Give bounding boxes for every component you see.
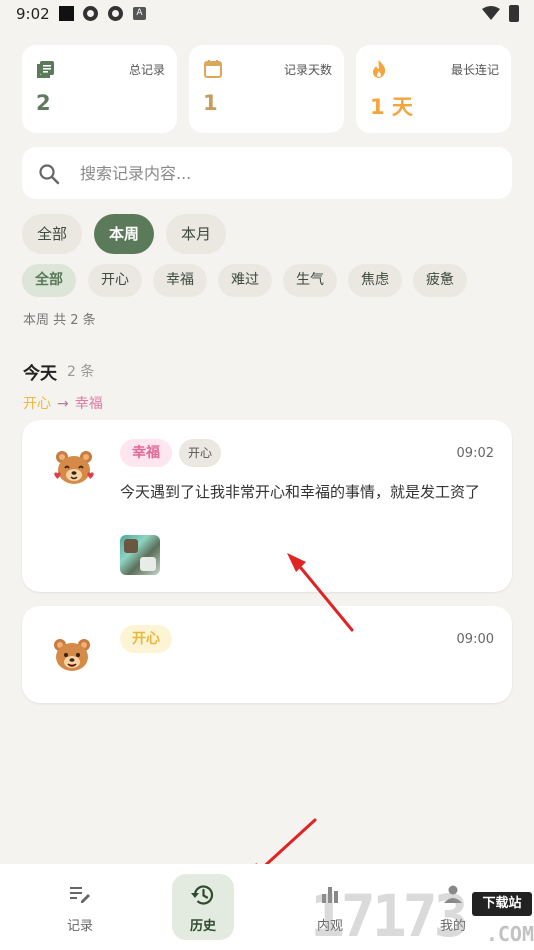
entry-time: 09:00 (456, 632, 494, 647)
calendar-icon (204, 60, 222, 78)
history-icon (191, 885, 214, 905)
stat-value: 2 (36, 91, 51, 115)
edit-list-icon (70, 887, 90, 903)
stat-card-streak: 最长连记 1 天 (356, 45, 511, 133)
entry-time: 09:02 (456, 446, 494, 461)
filter-period-all[interactable]: 全部 (22, 214, 83, 254)
nav-tab-record[interactable]: 记录 (30, 864, 130, 950)
journal-icon (37, 61, 54, 78)
search-input[interactable] (80, 160, 480, 186)
bear-love-icon (54, 451, 94, 484)
day-group-count: 2 条 (67, 364, 95, 380)
stat-card-total: 总记录 2 (22, 45, 177, 133)
watermark-badge: 下载站 (472, 892, 532, 916)
notification-circle-icon (108, 6, 123, 21)
nav-tab-history[interactable]: 历史 (157, 864, 257, 950)
entry-card[interactable]: 幸福 开心 09:02 今天遇到了让我非常开心和幸福的事情，就是发工资了 (22, 420, 512, 592)
search-icon (39, 164, 60, 185)
filter-mood-happy[interactable]: 开心 (88, 264, 142, 297)
photo-thumbnail[interactable] (120, 535, 160, 575)
search-box[interactable] (22, 147, 512, 199)
flame-icon (373, 60, 386, 78)
filter-mood-angry[interactable]: 生气 (283, 264, 337, 297)
stat-label: 记录天数 (283, 63, 332, 77)
entry-card[interactable]: 开心 09:00 (22, 606, 512, 703)
filter-mood-anxious[interactable]: 焦虑 (348, 264, 402, 297)
stat-card-days: 记录天数 1 (189, 45, 344, 133)
nav-label: 记录 (66, 919, 93, 934)
mood-tag: 开心 (120, 625, 172, 653)
trend-to: 幸福 (74, 396, 103, 412)
summary-count: 本周 共 2 条 (23, 313, 96, 328)
wifi-icon (482, 6, 500, 20)
secondary-mood-tag: 开心 (179, 439, 222, 467)
site-watermark: 17173 下载站 .COM (310, 882, 534, 950)
status-time: 9:02 (16, 5, 50, 23)
filter-mood-all[interactable]: 全部 (22, 264, 76, 297)
stat-value: 1 天 (370, 95, 413, 119)
filter-period-month[interactable]: 本月 (166, 214, 227, 254)
stat-value: 1 (203, 91, 218, 115)
stat-label: 最长连记 (450, 63, 499, 77)
trend-arrow: → (57, 396, 69, 412)
stat-label: 总记录 (128, 63, 165, 77)
filter-mood-sad[interactable]: 难过 (218, 264, 272, 297)
mood-trend: 开心 → 幸福 (23, 393, 103, 413)
notification-a-icon: A (133, 7, 146, 20)
nav-label: 历史 (189, 919, 216, 934)
entry-text: 今天遇到了让我非常开心和幸福的事情，就是发工资了 (120, 483, 481, 501)
notification-circle-icon (83, 6, 98, 21)
bear-happy-icon (54, 639, 90, 671)
mood-tag: 幸福 (120, 439, 172, 467)
filter-mood-tired[interactable]: 疲惫 (413, 264, 467, 297)
watermark-domain: .COM (485, 922, 534, 946)
battery-icon (509, 5, 519, 22)
day-group-title: 今天 (23, 364, 57, 384)
filter-mood-joy[interactable]: 幸福 (153, 264, 207, 297)
trend-from: 开心 (23, 396, 51, 412)
watermark-digits: 17173 (310, 882, 469, 950)
notification-square-icon (59, 6, 74, 21)
status-bar: 9:02 A (0, 0, 534, 28)
filter-period-week[interactable]: 本周 (94, 214, 155, 254)
